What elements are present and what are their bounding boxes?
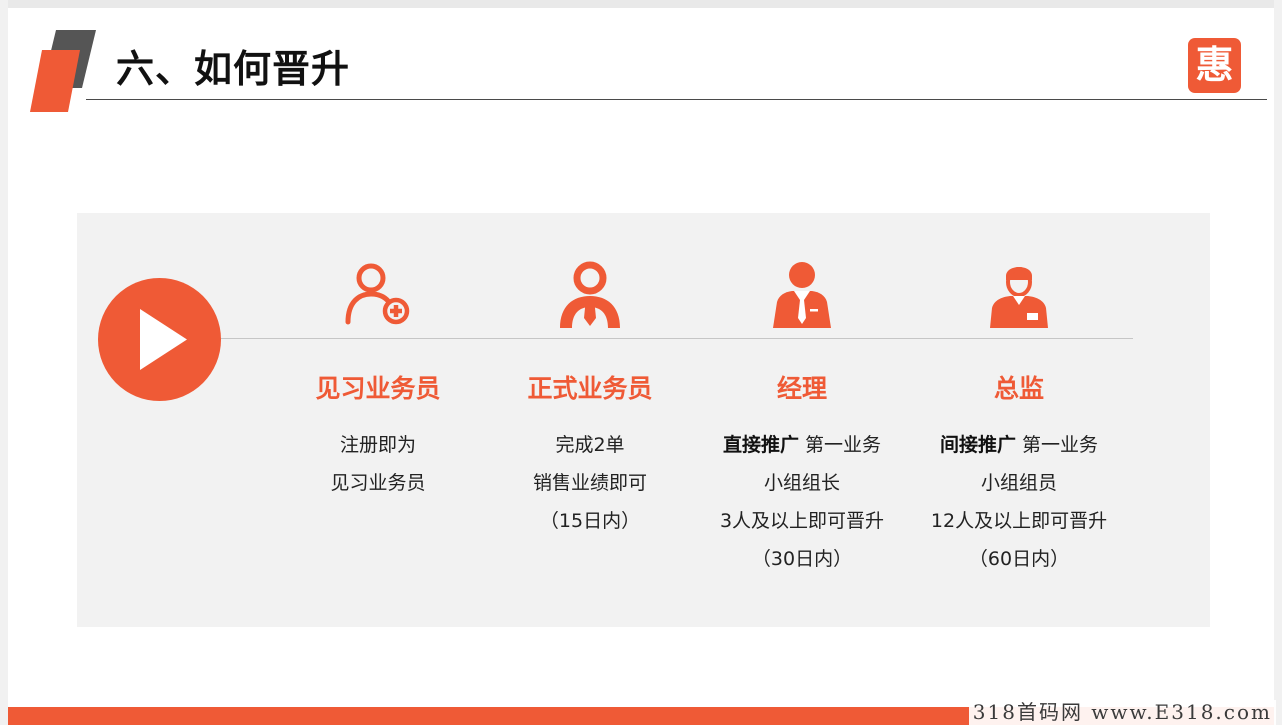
desc-line: 小组组长 [763, 472, 840, 494]
person-tie-icon [560, 261, 620, 328]
stage-title: 正式业务员 [527, 374, 653, 403]
play-button[interactable] [98, 278, 221, 401]
frame-top-border [0, 0, 1282, 8]
desc-line: 完成2单 [555, 434, 625, 456]
stage-trainee: 见习业务员 注册即为 见习业务员 [278, 258, 478, 502]
director-icon [990, 267, 1048, 328]
brand-logo: 惠 [1188, 38, 1241, 93]
desc-line: 销售业绩即可 [532, 472, 647, 494]
title-divider [86, 99, 1267, 100]
desc-bold-lead: 直接推广 [722, 434, 799, 456]
desc-line: 注册即为 [339, 434, 416, 456]
stage-manager: 经理 直接推广 第一业务 小组组长 3人及以上即可晋升 （30日内） [702, 258, 902, 578]
desc-lead-rest: 第一业务 [798, 434, 882, 456]
desc-line: 间接推广 第一业务 [919, 426, 1119, 464]
play-icon [140, 309, 187, 370]
desc-line: 12人及以上即可晋升 [930, 510, 1108, 532]
stage-description: 间接推广 第一业务 小组组员 12人及以上即可晋升 （60日内） [919, 426, 1119, 578]
desc-line: 见习业务员 [330, 472, 426, 494]
stage-director: 总监 间接推广 第一业务 小组组员 12人及以上即可晋升 （60日内） [919, 258, 1119, 578]
site-watermark: 318首码网 www.E318.com [968, 700, 1276, 725]
stage-title: 见习业务员 [315, 374, 441, 403]
frame-left-border [0, 0, 8, 725]
stage-title: 总监 [993, 374, 1044, 403]
desc-bold-lead: 间接推广 [939, 434, 1016, 456]
manager-suit-icon [773, 262, 831, 328]
desc-line: （30日内） [751, 548, 853, 570]
desc-line: 3人及以上即可晋升 [719, 510, 885, 532]
desc-line: 直接推广 第一业务 [702, 426, 902, 464]
user-add-icon [345, 263, 410, 325]
stage-official: 正式业务员 完成2单 销售业绩即可 （15日内） [490, 258, 690, 540]
desc-lead-rest: 第一业务 [1015, 434, 1099, 456]
frame-right-border [1274, 0, 1282, 725]
stage-title: 经理 [776, 374, 827, 403]
stage-description: 完成2单 销售业绩即可 （15日内） [490, 426, 690, 540]
desc-line: 小组组员 [980, 472, 1057, 494]
desc-line: （60日内） [968, 548, 1070, 570]
desc-line: （15日内） [539, 510, 641, 532]
page-title: 六、如何晋升 [116, 47, 351, 91]
stage-description: 注册即为 见习业务员 [278, 426, 478, 502]
stage-description: 直接推广 第一业务 小组组长 3人及以上即可晋升 （30日内） [702, 426, 902, 578]
